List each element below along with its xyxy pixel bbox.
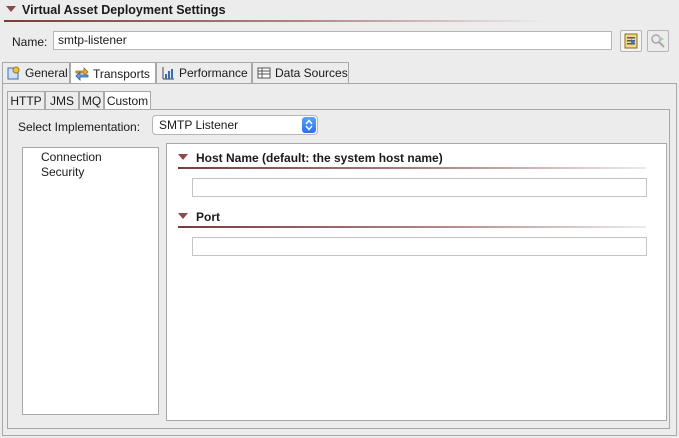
tab-data-sources[interactable]: Data Sources — [252, 62, 349, 83]
find-button[interactable] — [647, 30, 669, 52]
subtab-custom-label: Custom — [106, 94, 149, 108]
settings-category-list[interactable]: Connection Security — [22, 147, 159, 415]
implementation-label: Select Implementation: — [18, 120, 141, 134]
host-name-title: Host Name (default: the system host name… — [196, 151, 443, 165]
tab-data-sources-label: Data Sources — [275, 66, 348, 80]
host-divider — [178, 167, 646, 169]
collapse-triangle-icon[interactable] — [6, 6, 16, 12]
subtab-custom[interactable]: Custom — [104, 91, 151, 110]
port-divider — [178, 226, 646, 228]
section-divider — [4, 20, 544, 22]
implementation-select[interactable]: SMTP Listener — [152, 115, 318, 135]
subtab-jms[interactable]: JMS — [45, 91, 79, 109]
tab-transports[interactable]: Transports — [70, 62, 156, 84]
tab-performance[interactable]: Performance — [156, 62, 252, 83]
host-collapse-icon[interactable] — [178, 154, 188, 160]
host-name-input[interactable] — [192, 178, 647, 197]
tab-transports-label: Transports — [93, 66, 150, 81]
implementation-selected: SMTP Listener — [159, 118, 239, 132]
tab-general-label: General — [25, 66, 68, 80]
data-sources-icon — [257, 66, 271, 80]
list-item-security[interactable]: Security — [41, 165, 84, 179]
subtab-mq[interactable]: MQ — [79, 91, 104, 109]
tab-performance-label: Performance — [179, 66, 248, 80]
subtab-mq-label: MQ — [81, 93, 102, 108]
subtab-jms-label: JMS — [50, 93, 74, 108]
name-input[interactable]: smtp-listener — [53, 31, 612, 50]
tab-general[interactable]: General — [2, 62, 70, 83]
section-title: Virtual Asset Deployment Settings — [22, 3, 226, 17]
import-button[interactable] — [620, 30, 642, 52]
transport-tab-bar: HTTP JMS MQ Custom — [7, 91, 670, 110]
transports-icon — [75, 66, 89, 81]
port-input[interactable] — [192, 237, 647, 256]
import-icon — [624, 33, 638, 49]
select-arrows-icon — [302, 117, 316, 133]
list-item-connection[interactable]: Connection — [41, 150, 102, 164]
main-tab-bar: General Transports Performance Data Sour… — [2, 62, 677, 84]
subtab-http-label: HTTP — [10, 93, 42, 108]
section-header[interactable]: Virtual Asset Deployment Settings — [4, 2, 676, 20]
port-title: Port — [196, 210, 220, 224]
name-label: Name: — [12, 35, 48, 49]
general-icon — [7, 66, 21, 80]
performance-icon — [161, 66, 175, 80]
port-collapse-icon[interactable] — [178, 213, 188, 219]
subtab-http[interactable]: HTTP — [7, 91, 45, 109]
find-icon — [651, 34, 665, 48]
